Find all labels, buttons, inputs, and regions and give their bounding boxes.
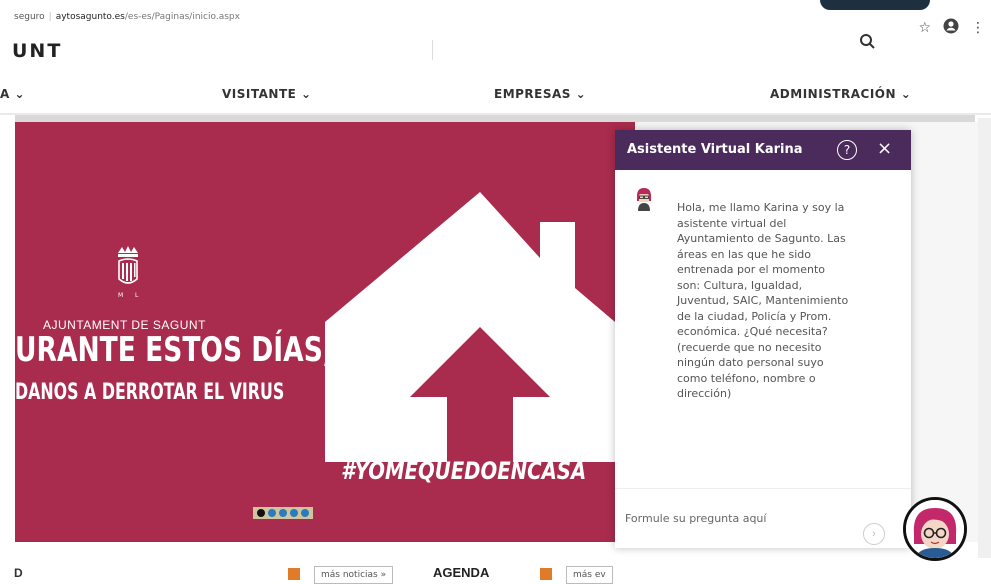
kebab-menu-icon[interactable]: ⋮ bbox=[971, 20, 985, 36]
url-path: /es-es/Paginas/inicio.aspx bbox=[124, 12, 240, 22]
more-events-button[interactable]: más ev bbox=[566, 566, 613, 584]
chat-input-area: › bbox=[615, 488, 911, 549]
virtual-assistant-chat: Asistente Virtual Karina ? × Hola, me ll… bbox=[615, 130, 911, 548]
slider-dot[interactable] bbox=[257, 509, 265, 517]
nav-item-visitante[interactable]: VISITANTE ⌄ bbox=[222, 87, 312, 101]
agenda-title: AGENDA bbox=[433, 565, 490, 580]
banner-hashtag: #YOMEQUEDOENCASA bbox=[341, 457, 587, 485]
house-arrow-graphic bbox=[325, 192, 615, 462]
slider-dot[interactable] bbox=[290, 509, 298, 517]
sagunt-crest-logo: M L bbox=[118, 246, 139, 299]
chat-header: Asistente Virtual Karina ? × bbox=[615, 130, 911, 170]
window-decoration bbox=[820, 0, 930, 10]
url-security-label: seguro bbox=[14, 12, 45, 22]
chat-launcher-avatar[interactable] bbox=[903, 497, 967, 561]
svg-text:L: L bbox=[135, 292, 139, 299]
rss-icon[interactable] bbox=[540, 568, 552, 580]
rss-icon[interactable] bbox=[288, 568, 300, 580]
site-brand[interactable]: UNT bbox=[12, 40, 62, 62]
nav-item-ciudadania[interactable]: A ⌄ bbox=[0, 87, 25, 101]
nav-item-administracion[interactable]: ADMINISTRACIÓN ⌄ bbox=[770, 87, 911, 101]
svg-text:M: M bbox=[118, 292, 123, 299]
url-domain: aytosagunto.es bbox=[55, 12, 125, 22]
header-divider bbox=[432, 40, 433, 60]
slider-dot[interactable] bbox=[279, 509, 287, 517]
news-agenda-row: D más noticias » AGENDA más ev bbox=[0, 558, 991, 584]
page-scroll-area bbox=[978, 118, 991, 558]
avatar-icon bbox=[906, 500, 964, 558]
banner-subheadline: DANOS A DERROTAR EL VIRUS bbox=[15, 380, 285, 405]
news-section-title: D bbox=[14, 566, 23, 580]
bot-message: Hola, me llamo Karina y soy la asistente… bbox=[677, 201, 849, 400]
help-icon[interactable]: ? bbox=[837, 140, 857, 160]
bot-avatar-icon bbox=[637, 188, 651, 211]
banner-headline: URANTE ESTOS DÍAS, bbox=[15, 330, 333, 370]
url-separator: | bbox=[48, 12, 52, 22]
hero-banner[interactable]: M L AJUNTAMENT DE SAGUNT URANTE ESTOS DÍ… bbox=[15, 122, 635, 542]
browser-toolbar-icons: ☆ ⋮ bbox=[918, 18, 985, 38]
nav-item-empresas[interactable]: EMPRESAS ⌄ bbox=[494, 87, 586, 101]
more-news-button[interactable]: más noticias » bbox=[314, 566, 394, 584]
chat-title: Asistente Virtual Karina bbox=[627, 142, 803, 157]
slider-dot[interactable] bbox=[268, 509, 276, 517]
account-icon[interactable] bbox=[943, 18, 959, 38]
slider-dot[interactable] bbox=[301, 509, 309, 517]
search-icon[interactable] bbox=[858, 32, 878, 52]
close-icon[interactable]: × bbox=[877, 138, 892, 159]
star-icon[interactable]: ☆ bbox=[918, 20, 931, 36]
main-navigation: A ⌄ VISITANTE ⌄ EMPRESAS ⌄ ADMINISTRACIÓ… bbox=[0, 78, 991, 112]
send-icon[interactable]: › bbox=[863, 523, 885, 545]
chat-message-input[interactable] bbox=[623, 497, 867, 539]
slider-pagination bbox=[253, 507, 313, 519]
url-text[interactable]: seguro | aytosagunto.es/es-es/Paginas/inic… bbox=[14, 12, 240, 22]
